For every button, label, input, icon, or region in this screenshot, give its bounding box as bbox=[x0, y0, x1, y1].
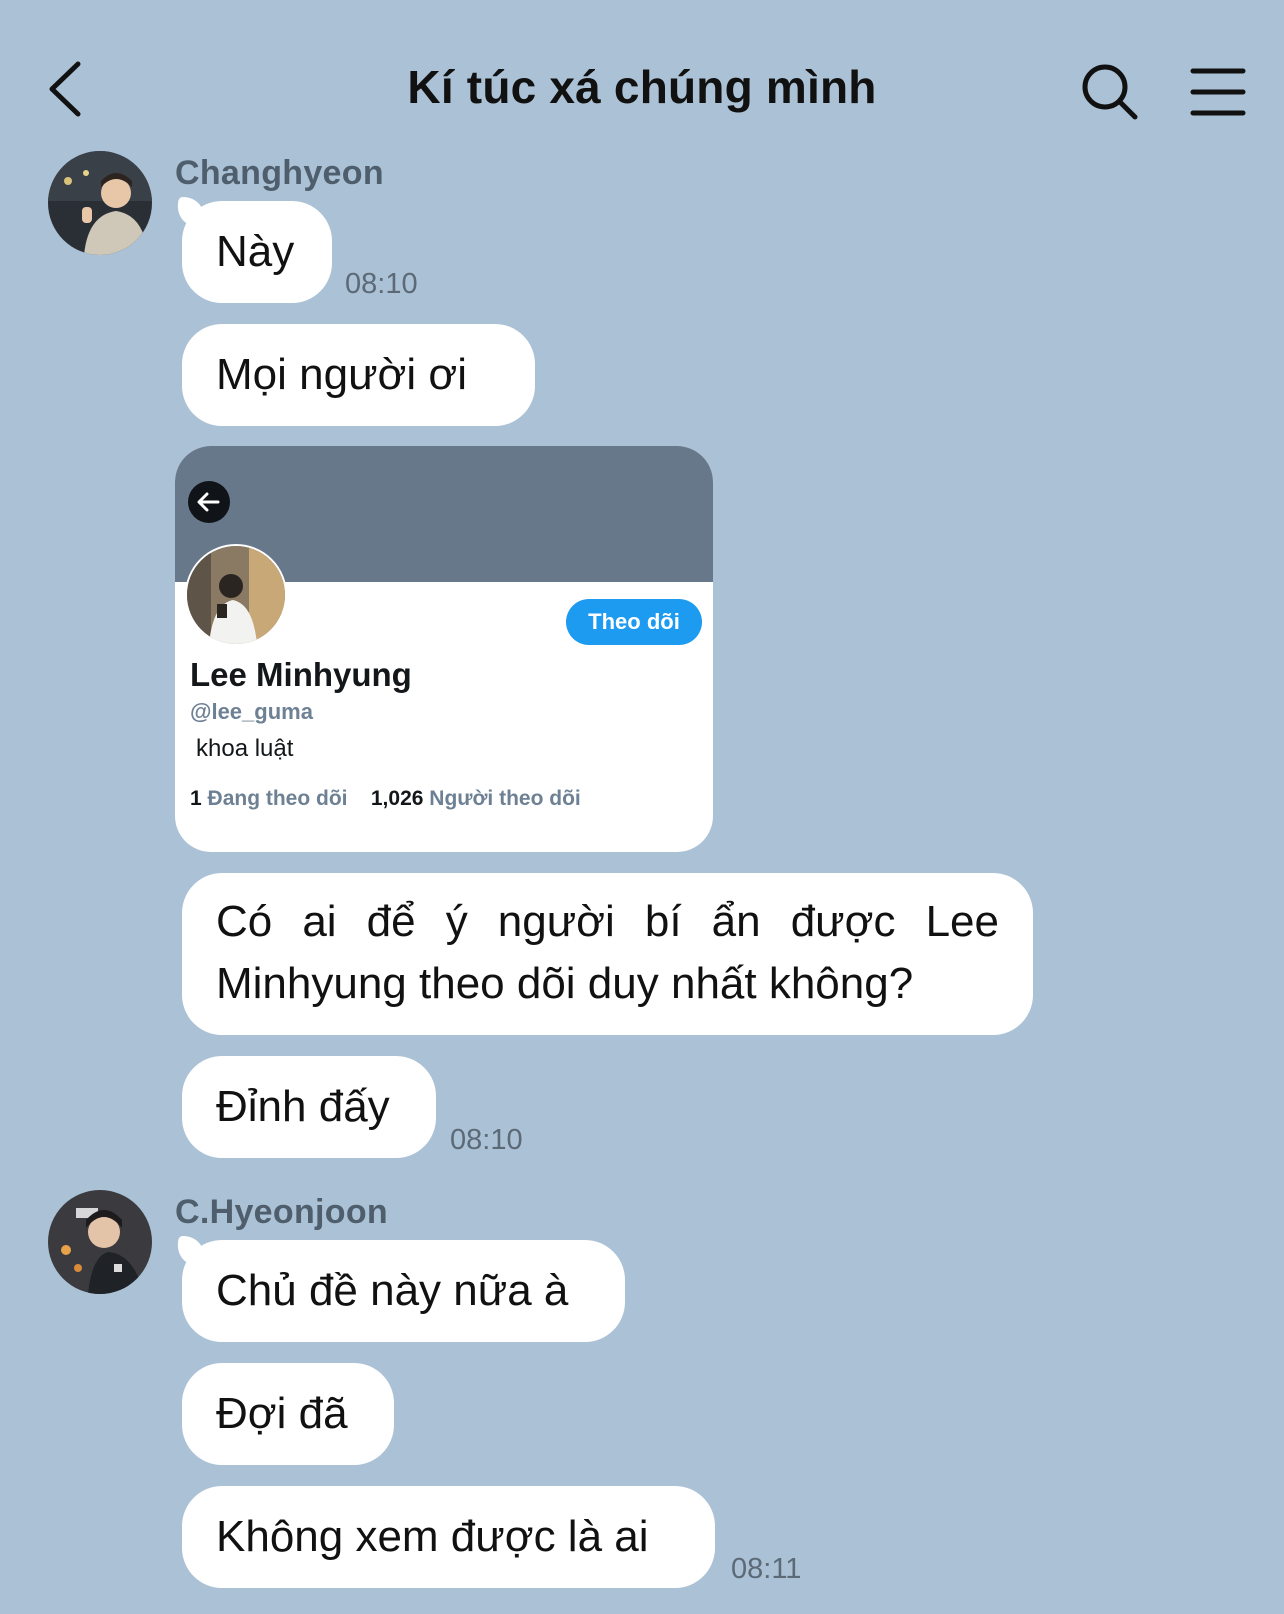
avatar-changhyeon[interactable] bbox=[48, 151, 152, 255]
menu-icon bbox=[1190, 68, 1246, 116]
profile-bio: khoa luật bbox=[196, 735, 294, 762]
arrow-left-icon bbox=[197, 492, 220, 512]
message-text: Này bbox=[216, 227, 295, 276]
avatar-c-hyeonjoon[interactable] bbox=[48, 1190, 152, 1294]
profile-name: Lee Minhyung bbox=[190, 656, 412, 693]
search-icon bbox=[1082, 64, 1138, 120]
profile-avatar[interactable] bbox=[185, 544, 287, 646]
message-bubble[interactable]: Không xem được là ai bbox=[182, 1486, 715, 1588]
profile-stats: 1 Đang theo dõi 1,026 Người theo dõi bbox=[190, 787, 581, 811]
message-bubble[interactable]: Có ai để ý người bí ẩn được Lee Minhyung… bbox=[182, 873, 1033, 1035]
menu-button[interactable] bbox=[1190, 66, 1246, 118]
profile-card[interactable]: Theo dõi Lee Minhyung @lee_guma khoa luậ… bbox=[175, 446, 713, 852]
message-bubble[interactable]: Chủ đề này nữa à bbox=[182, 1240, 625, 1342]
message-text: Chủ đề này nữa à bbox=[216, 1266, 569, 1315]
message-time: 08:11 bbox=[731, 1553, 802, 1585]
followers-count: 1,026 bbox=[370, 787, 424, 810]
message-bubble[interactable]: Này bbox=[182, 201, 332, 303]
sender-name: Changhyeon bbox=[175, 154, 384, 192]
message-text: Có ai để ý người bí ẩn được Lee Minhyung… bbox=[216, 897, 999, 1008]
chat-header: Kí túc xá chúng mình bbox=[0, 0, 1284, 150]
search-button[interactable] bbox=[1080, 62, 1140, 122]
following-count: 1 bbox=[190, 787, 202, 810]
follow-button[interactable]: Theo dõi bbox=[566, 599, 702, 645]
message-time: 08:10 bbox=[450, 1124, 523, 1156]
message-text: Không xem được là ai bbox=[216, 1512, 649, 1561]
message-bubble[interactable]: Đợi đã bbox=[182, 1363, 394, 1465]
following-label[interactable]: Đang theo dõi bbox=[208, 787, 348, 810]
message-time: 08:10 bbox=[345, 268, 418, 300]
message-bubble[interactable]: Mọi người ơi bbox=[182, 324, 535, 426]
message-bubble[interactable]: Đỉnh đấy bbox=[182, 1056, 436, 1158]
message-text: Mọi người ơi bbox=[216, 350, 468, 399]
followers-label[interactable]: Người theo dõi bbox=[429, 787, 580, 810]
profile-handle: @lee_guma bbox=[190, 699, 313, 724]
message-text: Đỉnh đấy bbox=[216, 1082, 390, 1131]
message-text: Đợi đã bbox=[216, 1389, 348, 1438]
sender-name: C.Hyeonjoon bbox=[175, 1193, 388, 1231]
card-back-button[interactable] bbox=[188, 481, 230, 523]
